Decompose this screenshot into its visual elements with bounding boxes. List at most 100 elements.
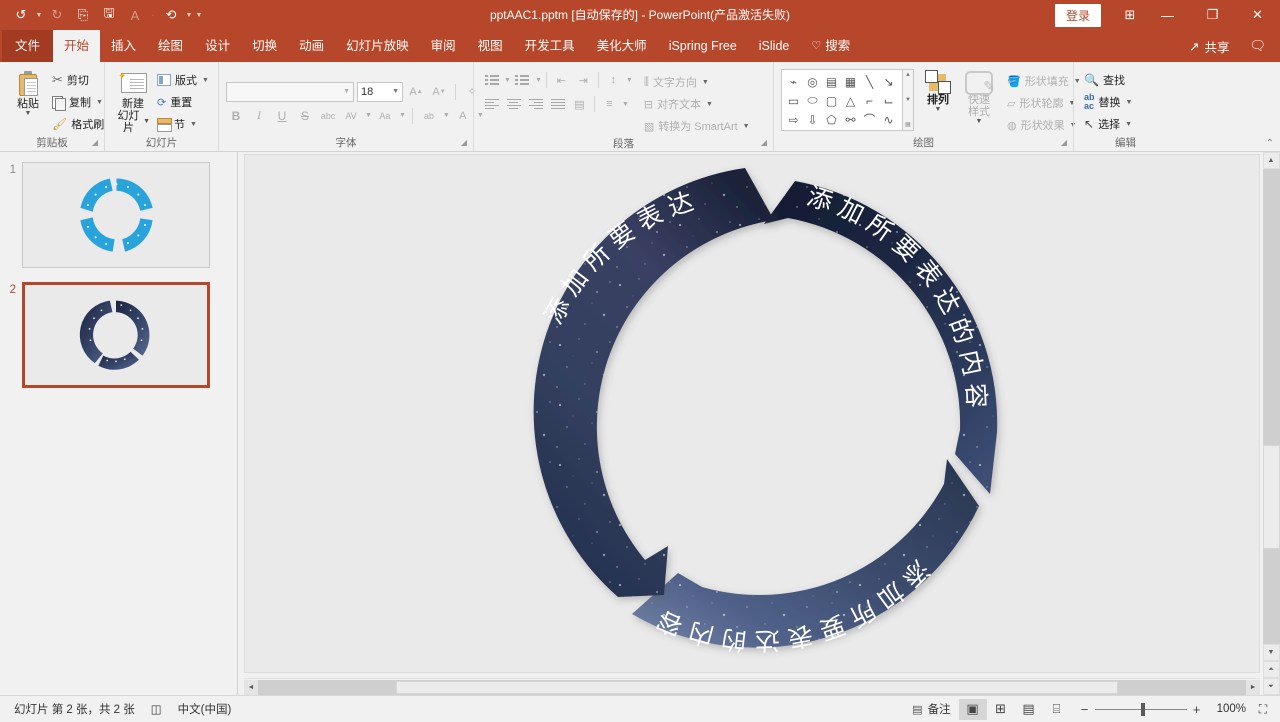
format-painter-button[interactable]: 🖌 格式刷 <box>49 113 107 135</box>
section-button[interactable]: 节 ▼ <box>154 113 212 135</box>
shape-item-15[interactable]: ⚯ <box>841 110 860 129</box>
shape-item-11[interactable]: ⌙ <box>879 91 898 110</box>
start-from-beginning-icon[interactable]: ⎘ <box>70 3 96 27</box>
customize-qat-icon[interactable]: ▼ <box>194 3 204 27</box>
shape-item-3[interactable]: ▦ <box>841 72 860 91</box>
align-text-caret[interactable]: ▼ <box>706 101 713 108</box>
italic-button[interactable]: I <box>249 106 269 126</box>
text-shadow-button[interactable]: S <box>295 106 315 126</box>
shape-item-8[interactable]: ▢ <box>822 91 841 110</box>
change-case-caret[interactable]: ▼ <box>399 112 406 119</box>
share-button[interactable]: ↗ 共享 <box>1179 37 1240 56</box>
slide-thumbnail-pane[interactable]: 1 2 <box>0 152 238 695</box>
convert-to-smartart-button[interactable]: ▧ 转换为 SmartArt ▼ <box>641 115 753 137</box>
maximize-button[interactable]: ❐ <box>1190 0 1235 30</box>
vscroll-track[interactable] <box>1262 169 1280 644</box>
zoom-in-button[interactable]: + <box>1189 702 1205 717</box>
align-left-button[interactable] <box>481 94 502 114</box>
shapes-gallery[interactable]: ⌁ ◎ ▤ ▦ ╲ ↘ ▭ ⬭ ▢ △ ⌐ ⌙ ⇨ ⇩ ⬠ ⚯ ⌒ ∿ ▲ ▼ ▤ <box>781 69 914 131</box>
columns-caret[interactable]: ▼ <box>622 101 629 108</box>
vertical-scrollbar[interactable]: ▲ ▼ ⏶ ⏷ <box>1262 152 1280 695</box>
hscroll-right-arrow[interactable]: ► <box>1246 679 1260 695</box>
ribbon-display-options-icon[interactable]: ⊞ <box>1115 0 1145 30</box>
change-case-button[interactable]: Aa <box>375 106 395 126</box>
shape-item-16[interactable]: ⌒ <box>860 110 879 129</box>
language-indicator[interactable]: 中文(中国) <box>170 701 240 717</box>
text-highlight-button[interactable]: ab <box>419 106 439 126</box>
gallery-down-icon[interactable]: ▼ <box>905 97 911 103</box>
vscroll-thumb[interactable] <box>1262 444 1280 549</box>
text-direction-small-button[interactable]: ≡ <box>599 94 620 114</box>
drawing-dialog-launcher[interactable]: ◢ <box>1061 136 1067 150</box>
gallery-more-icon[interactable]: ▤ <box>905 121 911 128</box>
justify-button[interactable] <box>547 94 568 114</box>
new-slide-button[interactable]: ✦ 新建 幻灯片 ▼ <box>112 67 154 134</box>
font-color-caret[interactable]: · <box>148 3 158 27</box>
tab-design[interactable]: 设计 <box>194 30 241 62</box>
shape-fill-button[interactable]: 🪣 形状填充 ▼ <box>1004 70 1084 92</box>
shape-item-12[interactable]: ⇨ <box>784 110 803 129</box>
zoom-slider[interactable]: − + <box>1071 702 1211 717</box>
vscroll-down-arrow[interactable]: ▼ <box>1262 644 1280 661</box>
paragraph-dialog-launcher[interactable]: ◢ <box>761 136 767 150</box>
shape-effects-button[interactable]: ◍ 形状效果 ▼ <box>1004 114 1084 136</box>
redo-icon[interactable]: ↻ <box>44 3 70 27</box>
shape-item-1[interactable]: ◎ <box>803 72 822 91</box>
tab-view[interactable]: 视图 <box>467 30 514 62</box>
arrange-caret[interactable]: ▼ <box>935 106 942 114</box>
replace-caret[interactable]: ▼ <box>1126 99 1133 106</box>
select-caret[interactable]: ▼ <box>1125 121 1132 128</box>
shape-item-0[interactable]: ⌁ <box>784 72 803 91</box>
tab-search[interactable]: ♡ 搜索 <box>800 30 861 62</box>
undo-dropdown-caret[interactable]: ▼ <box>34 3 44 27</box>
tab-animations[interactable]: 动画 <box>288 30 335 62</box>
shape-item-2[interactable]: ▤ <box>822 72 841 91</box>
replace-button[interactable]: ab ac 替换 ▼ <box>1081 91 1135 113</box>
tab-insert[interactable]: 插入 <box>100 30 147 62</box>
tab-slideshow[interactable]: 幻灯片放映 <box>335 30 420 62</box>
shape-item-5[interactable]: ↘ <box>879 72 898 91</box>
tab-file[interactable]: 文件 <box>2 30 54 62</box>
hscroll-track[interactable] <box>258 679 1246 695</box>
tab-review[interactable]: 审阅 <box>420 30 467 62</box>
quick-styles-caret[interactable]: ▼ <box>976 118 983 126</box>
character-spacing-button[interactable]: AV <box>341 106 361 126</box>
reading-view-button[interactable]: ▤ <box>1015 699 1043 720</box>
tab-home[interactable]: 开始 <box>53 30 101 62</box>
thumbnail-row-1[interactable]: 1 <box>0 162 237 268</box>
shape-item-9[interactable]: △ <box>841 91 860 110</box>
slide-sorter-view-button[interactable]: ⊞ <box>987 699 1015 720</box>
line-spacing-caret[interactable]: ▼ <box>626 77 633 84</box>
font-dialog-launcher[interactable]: ◢ <box>461 136 467 150</box>
section-caret[interactable]: ▼ <box>190 121 197 128</box>
columns-button[interactable]: ▤ <box>569 94 590 114</box>
font-size-caret[interactable]: ▼ <box>392 88 399 95</box>
layout-button[interactable]: 版式 ▼ <box>154 69 212 91</box>
decrease-font-size-button[interactable]: A ▼ <box>429 82 449 102</box>
select-button[interactable]: ↖ 选择 ▼ <box>1081 113 1135 135</box>
bulleted-list-caret[interactable]: ▼ <box>504 77 511 84</box>
layout-caret[interactable]: ▼ <box>202 77 209 84</box>
new-slide-caret[interactable]: ▼ <box>143 118 150 126</box>
tab-ispring-free[interactable]: iSpring Free <box>658 30 748 62</box>
shape-item-7[interactable]: ⬭ <box>803 91 822 110</box>
minimize-button[interactable]: — <box>1145 0 1190 30</box>
shape-item-4[interactable]: ╲ <box>860 72 879 91</box>
slide-indicator[interactable]: 幻灯片 第 2 张，共 2 张 <box>6 701 143 717</box>
shape-item-13[interactable]: ⇩ <box>803 110 822 129</box>
copy-button[interactable]: 复制 ▼ <box>49 91 107 113</box>
cut-button[interactable]: ✂ 剪切 <box>49 69 107 91</box>
reset-button[interactable]: ⟳ 重置 <box>154 91 212 113</box>
bulleted-list-button[interactable] <box>481 70 502 90</box>
tab-draw[interactable]: 绘图 <box>147 30 194 62</box>
shapes-gallery-box[interactable]: ⌁ ◎ ▤ ▦ ╲ ↘ ▭ ⬭ ▢ △ ⌐ ⌙ ⇨ ⇩ ⬠ ⚯ ⌒ ∿ <box>781 69 903 131</box>
paste-dropdown-caret[interactable]: ▼ <box>25 110 32 118</box>
zoom-track[interactable] <box>1094 702 1187 716</box>
previous-slide-button[interactable]: ⏶ <box>1262 661 1280 678</box>
smartart-caret[interactable]: ▼ <box>743 123 750 130</box>
circular-cycle-diagram[interactable]: 添加所要表达的内容 添加所要表达的内容 添加所要表达的内容 <box>492 155 1012 672</box>
shape-outline-button[interactable]: ▱ 形状轮廓 ▼ <box>1004 92 1084 114</box>
font-name-input[interactable]: ▼ <box>226 81 354 102</box>
numbered-list-button[interactable] <box>512 70 533 90</box>
vscroll-up-arrow[interactable]: ▲ <box>1262 152 1280 169</box>
